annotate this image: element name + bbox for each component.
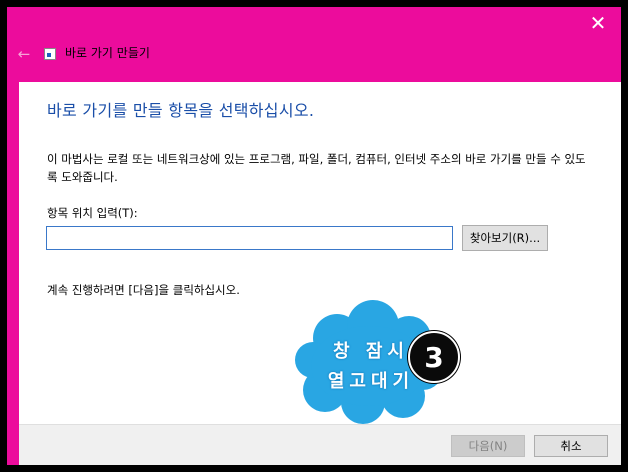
step-number-badge: 3 [408, 331, 460, 383]
cancel-button[interactable]: 취소 [534, 435, 608, 457]
close-button[interactable]: ✕ [575, 7, 621, 39]
title-bar[interactable]: ✕ ← 바로 가기 만들기 [7, 7, 621, 82]
wizard-content: 바로 가기를 만들 항목을 선택하십시오. 이 마법사는 로컬 또는 네트워크상… [19, 82, 621, 445]
location-label: 항목 위치 입력(T): [47, 206, 138, 220]
location-input[interactable] [46, 226, 453, 250]
wizard-heading: 바로 가기를 만들 항목을 선택하십시오. [47, 101, 315, 120]
create-shortcut-window: ✕ ← 바로 가기 만들기 바로 가기를 만들 항목을 선택하십시오. 이 마법… [7, 7, 621, 465]
next-button[interactable]: 다음(N) [451, 435, 525, 457]
shortcut-icon [44, 48, 56, 60]
continue-instruction: 계속 진행하려면 [다음]을 클릭하십시오. [47, 283, 240, 297]
browse-button[interactable]: 찾아보기(R)... [462, 225, 548, 251]
back-button[interactable]: ← [13, 43, 35, 65]
close-icon: ✕ [589, 11, 607, 35]
back-arrow-icon: ← [17, 45, 31, 63]
wizard-footer: 다음(N) 취소 [19, 424, 621, 465]
window-title: 바로 가기 만들기 [65, 46, 150, 60]
wizard-description: 이 마법사는 로컬 또는 네트워크상에 있는 프로그램, 파일, 폴더, 컴퓨터… [47, 152, 586, 184]
